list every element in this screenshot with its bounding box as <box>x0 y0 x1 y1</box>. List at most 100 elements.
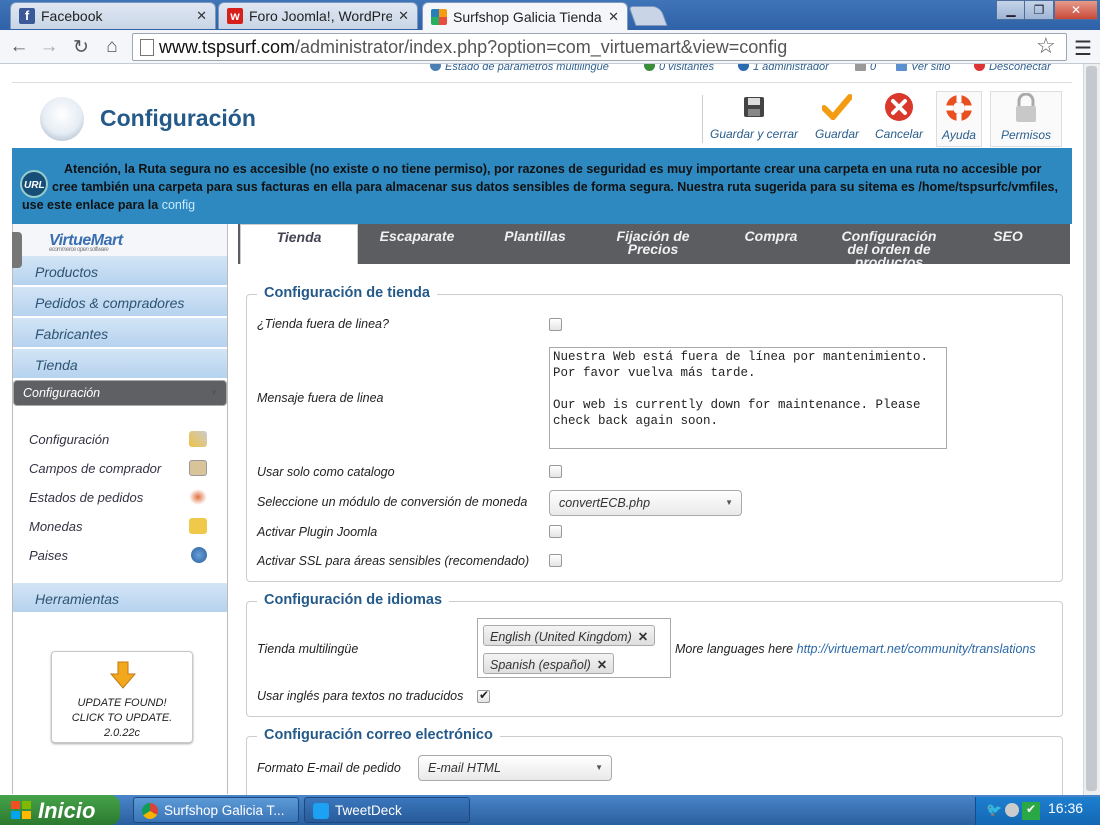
submenu-estados[interactable]: Estados de pedidos <box>29 485 219 509</box>
bookmark-star-icon[interactable]: ☆ <box>1036 33 1056 59</box>
sidebar-item-herramientas[interactable]: Herramientas <box>13 583 227 613</box>
remove-tag-icon[interactable]: ✕ <box>638 630 648 644</box>
action-center-icon[interactable]: ✔ <box>1022 802 1040 820</box>
language-tag[interactable]: Spanish (español) ✕ <box>483 653 615 674</box>
offline-message-textarea[interactable]: Nuestra Web está fuera de línea por mant… <box>549 347 947 449</box>
submenu-paises[interactable]: Paises <box>29 543 219 567</box>
tools-icon <box>189 431 207 447</box>
browser-toolbar: ← → ↻ ⌂ www.tspsurf.com/administrator/in… <box>0 30 1100 64</box>
ssl-label: Activar SSL para áreas sensibles (recome… <box>257 554 530 568</box>
tab-seo[interactable]: SEO <box>948 224 1068 264</box>
language-config-legend: Configuración de idiomas <box>257 592 450 608</box>
checkmark-icon <box>821 91 853 123</box>
ssl-checkbox[interactable] <box>549 554 562 567</box>
sidebar-item-fabricantes[interactable]: Fabricantes <box>13 318 227 348</box>
messages-status[interactable]: 0 <box>855 64 876 73</box>
catalog-label: Usar solo como catalogo <box>257 465 395 479</box>
sidebar-collapse-handle[interactable] <box>12 232 22 268</box>
remove-tag-icon[interactable]: ✕ <box>597 658 607 672</box>
multilang-label: Tienda multilingüe <box>257 642 359 656</box>
more-languages-text: More languages here http://virtuemart.ne… <box>675 642 1036 656</box>
update-line-2: CLICK TO UPDATE. <box>71 712 173 724</box>
sidebar-item-productos[interactable]: Productos <box>13 256 227 286</box>
logout-link[interactable]: Desconectar <box>974 64 1051 73</box>
taskbar-item-tweetdeck[interactable]: TweetDeck <box>304 797 470 823</box>
browser-tab-foro[interactable]: w Foro Joomla!, WordPres ✕ <box>218 2 418 29</box>
main-content: Tienda Escaparate Plantillas Fijación de… <box>238 224 1072 806</box>
facebook-icon: f <box>19 8 35 24</box>
forward-arrow-icon[interactable]: → <box>36 34 62 60</box>
english-fallback-checkbox[interactable] <box>477 688 490 703</box>
order-status-icon <box>189 489 207 505</box>
multilang-status[interactable]: Estado de parámetros multilingüe <box>430 64 609 73</box>
currency-module-label: Seleccione un módulo de conversión de mo… <box>257 495 528 509</box>
toolbar-divider <box>702 95 703 143</box>
view-site-link[interactable]: Ver sitio <box>896 64 950 73</box>
submenu-campos[interactable]: Campos de comprador <box>29 456 219 480</box>
notice-line-1: Atención, la Ruta segura no es accesible… <box>64 162 1042 176</box>
submenu-configuracion[interactable]: Configuración <box>29 427 219 451</box>
system-clock[interactable]: 16:36 <box>1048 800 1083 816</box>
home-icon[interactable]: ⌂ <box>99 34 125 60</box>
address-bar[interactable]: www.tspsurf.com/administrator/index.php?… <box>132 33 1067 61</box>
notice-line-3: use este enlace para la <box>22 198 159 212</box>
reload-icon[interactable]: ↻ <box>68 34 94 60</box>
tab-tienda[interactable]: Tienda <box>240 224 358 264</box>
cancel-button[interactable]: Cancelar <box>864 91 934 147</box>
save-icon <box>738 91 770 123</box>
sidebar-item-tienda[interactable]: Tienda <box>13 349 227 379</box>
users-icon <box>738 64 749 71</box>
scrollbar-thumb[interactable] <box>1086 66 1097 791</box>
offline-checkbox[interactable] <box>549 318 562 331</box>
tab-plantillas[interactable]: Plantillas <box>476 224 594 264</box>
tab-escaparate[interactable]: Escaparate <box>358 224 476 264</box>
joomla-plugin-checkbox[interactable] <box>549 525 562 538</box>
email-format-select[interactable]: E-mail HTML <box>418 755 612 781</box>
save-label: Guardar <box>814 127 860 141</box>
save-close-label: Guardar y cerrar <box>709 127 799 141</box>
notice-config-link[interactable]: config <box>162 198 195 212</box>
permissions-button[interactable]: Permisos <box>990 91 1062 147</box>
back-arrow-icon[interactable]: ← <box>6 34 32 60</box>
network-tray-icon[interactable] <box>1005 803 1019 817</box>
minimize-window-icon[interactable]: ▁ <box>996 0 1026 20</box>
catalog-checkbox[interactable] <box>549 465 562 478</box>
taskbar-item-browser[interactable]: Surfshop Galicia T... <box>133 797 299 823</box>
save-close-button[interactable]: Guardar y cerrar <box>708 91 800 147</box>
currency-module-select[interactable]: convertECB.php <box>549 490 742 516</box>
cancel-icon <box>883 91 915 123</box>
user-card-icon <box>189 460 207 476</box>
close-tab-icon[interactable]: ✕ <box>398 8 409 24</box>
sidebar-item-configuracion[interactable]: Configuración <box>13 380 227 406</box>
update-notice[interactable]: UPDATE FOUND! CLICK TO UPDATE. 2.0.22c <box>51 651 193 743</box>
joomla-icon <box>431 8 447 25</box>
page-title: Configuración <box>100 105 256 131</box>
update-version: 2.0.22c <box>103 727 141 739</box>
browser-tab-facebook[interactable]: f Facebook ✕ <box>10 2 216 29</box>
notice-line-2: cree también una carpeta para sus factur… <box>52 180 1058 194</box>
browser-menu-icon[interactable]: ☰ <box>1074 36 1092 61</box>
browser-tab-surfshop[interactable]: Surfshop Galicia Tienda ✕ <box>422 2 628 30</box>
language-tag[interactable]: English (United Kingdom) ✕ <box>483 625 656 646</box>
twitter-tray-icon[interactable]: 🐦 <box>986 802 1002 818</box>
tab-compra[interactable]: Compra <box>712 224 830 264</box>
tab-orden-productos[interactable]: Configuración del orden de productos <box>830 224 948 264</box>
close-tab-icon[interactable]: ✕ <box>608 9 619 25</box>
tab-title: Surfshop Galicia Tienda <box>453 8 602 25</box>
save-button[interactable]: Guardar <box>804 91 870 147</box>
maximize-window-icon[interactable]: ❐ <box>1024 0 1054 20</box>
mail-icon <box>855 64 866 71</box>
windows-logo-icon <box>11 801 31 819</box>
close-tab-icon[interactable]: ✕ <box>196 8 207 24</box>
tab-fijacion-precios[interactable]: Fijación de Precios <box>594 224 712 264</box>
submenu-monedas[interactable]: Monedas <box>29 514 219 538</box>
close-window-icon[interactable]: ✕ <box>1054 0 1098 20</box>
help-button[interactable]: Ayuda <box>936 91 982 147</box>
chrome-icon <box>142 803 158 819</box>
email-config-legend: Configuración correo electrónico <box>257 727 500 743</box>
site-favicon-icon: w <box>227 8 243 24</box>
download-arrow-icon <box>109 661 137 689</box>
translations-link[interactable]: http://virtuemart.net/community/translat… <box>797 642 1036 656</box>
language-multiselect[interactable]: English (United Kingdom) ✕ Spanish (españ… <box>477 618 671 678</box>
sidebar-item-pedidos[interactable]: Pedidos & compradores <box>13 287 227 317</box>
